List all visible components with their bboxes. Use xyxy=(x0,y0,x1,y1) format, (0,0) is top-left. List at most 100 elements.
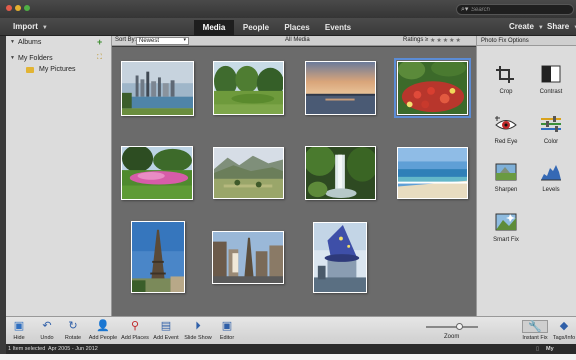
thumbnail-eiffel-tower[interactable] xyxy=(131,221,185,293)
add-album-icon[interactable]: + xyxy=(97,37,102,47)
fix-crop[interactable]: Crop xyxy=(486,64,526,95)
thumbnail-pink-flowers[interactable] xyxy=(121,146,193,200)
create-button[interactable]: Create ▼ xyxy=(509,22,544,31)
sort-select[interactable]: Newest ▾ xyxy=(136,37,189,45)
crop-icon xyxy=(496,66,514,83)
zoom-slider-track[interactable] xyxy=(426,326,478,328)
selection-count: 1 Item selected xyxy=(8,346,46,352)
app-window: ⌕▾ Import▼ Media People Places Events Cr… xyxy=(0,0,576,360)
undo-icon: ↶ xyxy=(42,320,52,332)
close-window-button[interactable] xyxy=(6,5,12,11)
wrench-icon: 🔧 xyxy=(522,320,548,333)
folder-tree-icon[interactable]: ⛶ xyxy=(97,54,102,62)
status-bar: 1 Item selected Apr 2005 - Jun 2012 ▯ My… xyxy=(6,344,576,360)
tags-info-label: Tags/Info xyxy=(552,335,576,341)
rotate-button[interactable]: ↻ Rotate xyxy=(60,320,86,341)
tab-events[interactable]: Events xyxy=(318,20,358,36)
thumbnail-castle[interactable] xyxy=(313,222,367,293)
color-sliders-icon xyxy=(541,116,561,132)
thumbnail-mountain-valley[interactable] xyxy=(213,147,284,199)
thumbnail-garden[interactable] xyxy=(213,61,284,115)
slide-show-button[interactable]: ⏵ Slide Show xyxy=(184,320,212,341)
catalog-icon: ▯ xyxy=(536,346,540,352)
undo-button[interactable]: ↶ Undo xyxy=(36,320,58,341)
chevron-down-icon: ▼ xyxy=(41,25,48,31)
fix-levels-label: Levels xyxy=(542,187,560,193)
rotate-icon: ↻ xyxy=(68,320,78,332)
right-panel: Photo Fix Options Crop Contrast Red Eye … xyxy=(476,36,576,316)
photo-fix-options-title: Photo Fix Options xyxy=(477,36,576,46)
editor-icon: ▣ xyxy=(221,320,233,332)
zoom-window-button[interactable] xyxy=(24,5,30,11)
minimize-window-button[interactable] xyxy=(15,5,21,11)
fix-red-eye[interactable]: Red Eye xyxy=(486,114,526,145)
folder-item-my-pictures[interactable]: My Pictures xyxy=(6,65,112,76)
fix-red-eye-label: Red Eye xyxy=(494,139,518,145)
fix-contrast[interactable]: Contrast xyxy=(531,64,571,95)
fix-smart-fix[interactable]: Smart Fix xyxy=(486,212,526,243)
share-button[interactable]: Share▼ xyxy=(547,22,576,31)
fix-smart-fix-label: Smart Fix xyxy=(493,237,519,243)
zoom-slider-handle[interactable] xyxy=(456,323,464,330)
left-panel: ▼ Albums + ▼ My Folders ⛶ My Pictures xyxy=(6,36,112,316)
contrast-icon xyxy=(541,65,561,83)
search-input[interactable] xyxy=(471,5,571,14)
disclosure-triangle-icon[interactable]: ▼ xyxy=(10,55,15,61)
folders-label: My Folders xyxy=(18,55,53,62)
hide-label: Hide xyxy=(13,335,25,341)
rotate-label: Rotate xyxy=(64,335,82,341)
add-people-button[interactable]: 👤 Add People xyxy=(88,320,118,341)
folders-section[interactable]: ▼ My Folders ⛶ xyxy=(6,54,112,65)
fix-color[interactable]: Color xyxy=(531,114,571,145)
undo-label: Undo xyxy=(40,335,54,341)
smart-fix-icon xyxy=(495,213,517,231)
search-box[interactable]: ⌕▾ xyxy=(456,4,574,15)
import-button[interactable]: Import ▼ xyxy=(13,22,48,31)
fix-levels[interactable]: Levels xyxy=(531,162,571,193)
sharpen-icon xyxy=(495,163,517,181)
thumbnail-street-tower[interactable] xyxy=(212,231,284,284)
window-shadow xyxy=(0,354,576,360)
ratings-label: Ratings xyxy=(403,37,424,43)
import-label: Import xyxy=(13,22,38,31)
menu-bar: Import ▼ Media People Places Events Creat… xyxy=(0,18,576,36)
tab-people[interactable]: People xyxy=(236,20,276,36)
folder-icon xyxy=(26,67,34,73)
tab-media[interactable]: Media xyxy=(194,20,234,36)
add-event-label: Add Event xyxy=(153,335,179,341)
fix-sharpen[interactable]: Sharpen xyxy=(486,162,526,193)
thumbnail-beach[interactable] xyxy=(397,147,468,199)
hide-button[interactable]: ▣ Hide xyxy=(9,320,29,341)
calendar-icon: ▤ xyxy=(160,320,172,332)
play-icon: ⏵ xyxy=(195,320,201,332)
thumbnail-flower-bed[interactable] xyxy=(394,58,471,118)
add-places-button[interactable]: ⚲ Add Places xyxy=(120,320,150,341)
zoom-label: Zoom xyxy=(444,334,460,340)
add-places-label: Add Places xyxy=(121,335,149,341)
thumbnail-waterfall[interactable] xyxy=(305,146,376,200)
instant-fix-label: Instant Fix xyxy=(522,335,548,341)
albums-section[interactable]: ▼ Albums + xyxy=(6,37,112,49)
media-grid[interactable] xyxy=(112,47,476,316)
instant-fix-button[interactable]: 🔧 Instant Fix xyxy=(522,320,548,341)
grid-title: All Media xyxy=(285,37,310,43)
ratings-filter-label: Ratings ≥ xyxy=(403,37,428,43)
editor-button[interactable]: ▣ Editor xyxy=(216,320,238,341)
levels-icon xyxy=(541,165,561,181)
tab-places[interactable]: Places xyxy=(278,20,316,36)
sort-select-value: Newest xyxy=(139,38,160,44)
create-label: Create xyxy=(509,22,534,31)
ratings-stars[interactable]: ★★★★★ xyxy=(430,37,462,44)
folder-item-label: My Pictures xyxy=(39,66,76,73)
ratings-symbol: ≥ xyxy=(425,37,429,43)
thumbnail-city-skyline[interactable] xyxy=(121,61,194,116)
tags-info-button[interactable]: ◆ Tags/Info xyxy=(552,320,576,341)
chevron-down-icon: ▾ xyxy=(183,37,186,43)
thumbnail-sunset[interactable] xyxy=(305,61,376,115)
red-eye-icon xyxy=(495,116,517,130)
bottom-toolbar: ▣ Hide ↶ Undo ↻ Rotate 👤 Add People ⚲ Ad… xyxy=(6,316,576,344)
add-event-button[interactable]: ▤ Add Event xyxy=(152,320,180,341)
share-label: Share xyxy=(547,22,570,31)
fix-color-label: Color xyxy=(543,139,559,145)
disclosure-triangle-icon[interactable]: ▼ xyxy=(10,39,15,45)
